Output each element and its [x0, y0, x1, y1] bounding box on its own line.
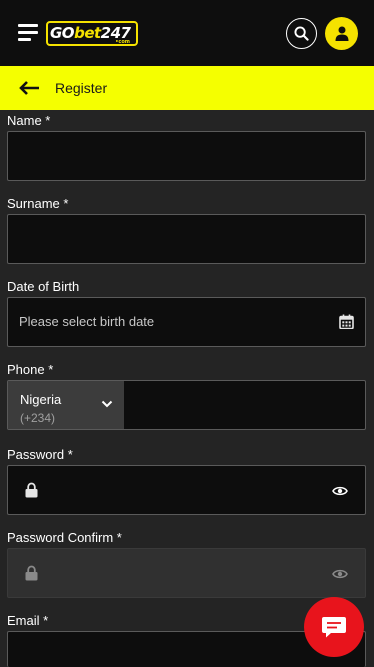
- password-confirm-label: Password Confirm *: [7, 530, 122, 545]
- country-code-select[interactable]: Nigeria (+234): [8, 381, 124, 429]
- chevron-down-icon: [101, 400, 113, 408]
- eye-icon[interactable]: [332, 568, 348, 580]
- live-chat-button[interactable]: [304, 597, 364, 657]
- menu-icon[interactable]: [18, 24, 38, 42]
- surname-input[interactable]: [7, 214, 366, 264]
- brand-logo[interactable]: GO bet 247 •com: [46, 21, 138, 46]
- dob-placeholder: Please select birth date: [19, 314, 155, 329]
- logo-domain: •com: [115, 39, 130, 45]
- top-bar: GO bet 247 •com: [0, 0, 374, 66]
- account-button[interactable]: [325, 17, 358, 50]
- register-header: Register: [0, 66, 374, 110]
- dob-label: Date of Birth: [7, 279, 80, 294]
- country-dial-code: (+234): [20, 411, 56, 425]
- chat-icon: [322, 617, 346, 638]
- phone-field: Nigeria (+234): [7, 380, 366, 430]
- eye-icon[interactable]: [332, 485, 348, 497]
- password-label: Password *: [7, 447, 73, 462]
- name-label: Name *: [7, 113, 51, 128]
- search-button[interactable]: [286, 18, 317, 49]
- page-title: Register: [55, 80, 108, 96]
- phone-label: Phone *: [7, 362, 54, 377]
- phone-input[interactable]: [124, 381, 365, 429]
- logo-go: GO: [50, 24, 75, 42]
- name-input[interactable]: [7, 131, 366, 181]
- email-label: Email *: [7, 613, 49, 628]
- password-confirm-input[interactable]: [7, 548, 366, 598]
- lock-icon: [25, 565, 38, 581]
- country-name: Nigeria: [20, 392, 62, 407]
- arrow-left-icon[interactable]: [18, 80, 40, 96]
- surname-label: Surname *: [7, 196, 69, 211]
- lock-icon: [25, 482, 38, 498]
- search-icon: [294, 26, 309, 41]
- password-input[interactable]: [7, 465, 366, 515]
- logo-bet: bet: [74, 24, 101, 42]
- calendar-icon[interactable]: [339, 314, 354, 329]
- dob-input[interactable]: Please select birth date: [7, 297, 366, 347]
- user-icon: [335, 26, 348, 41]
